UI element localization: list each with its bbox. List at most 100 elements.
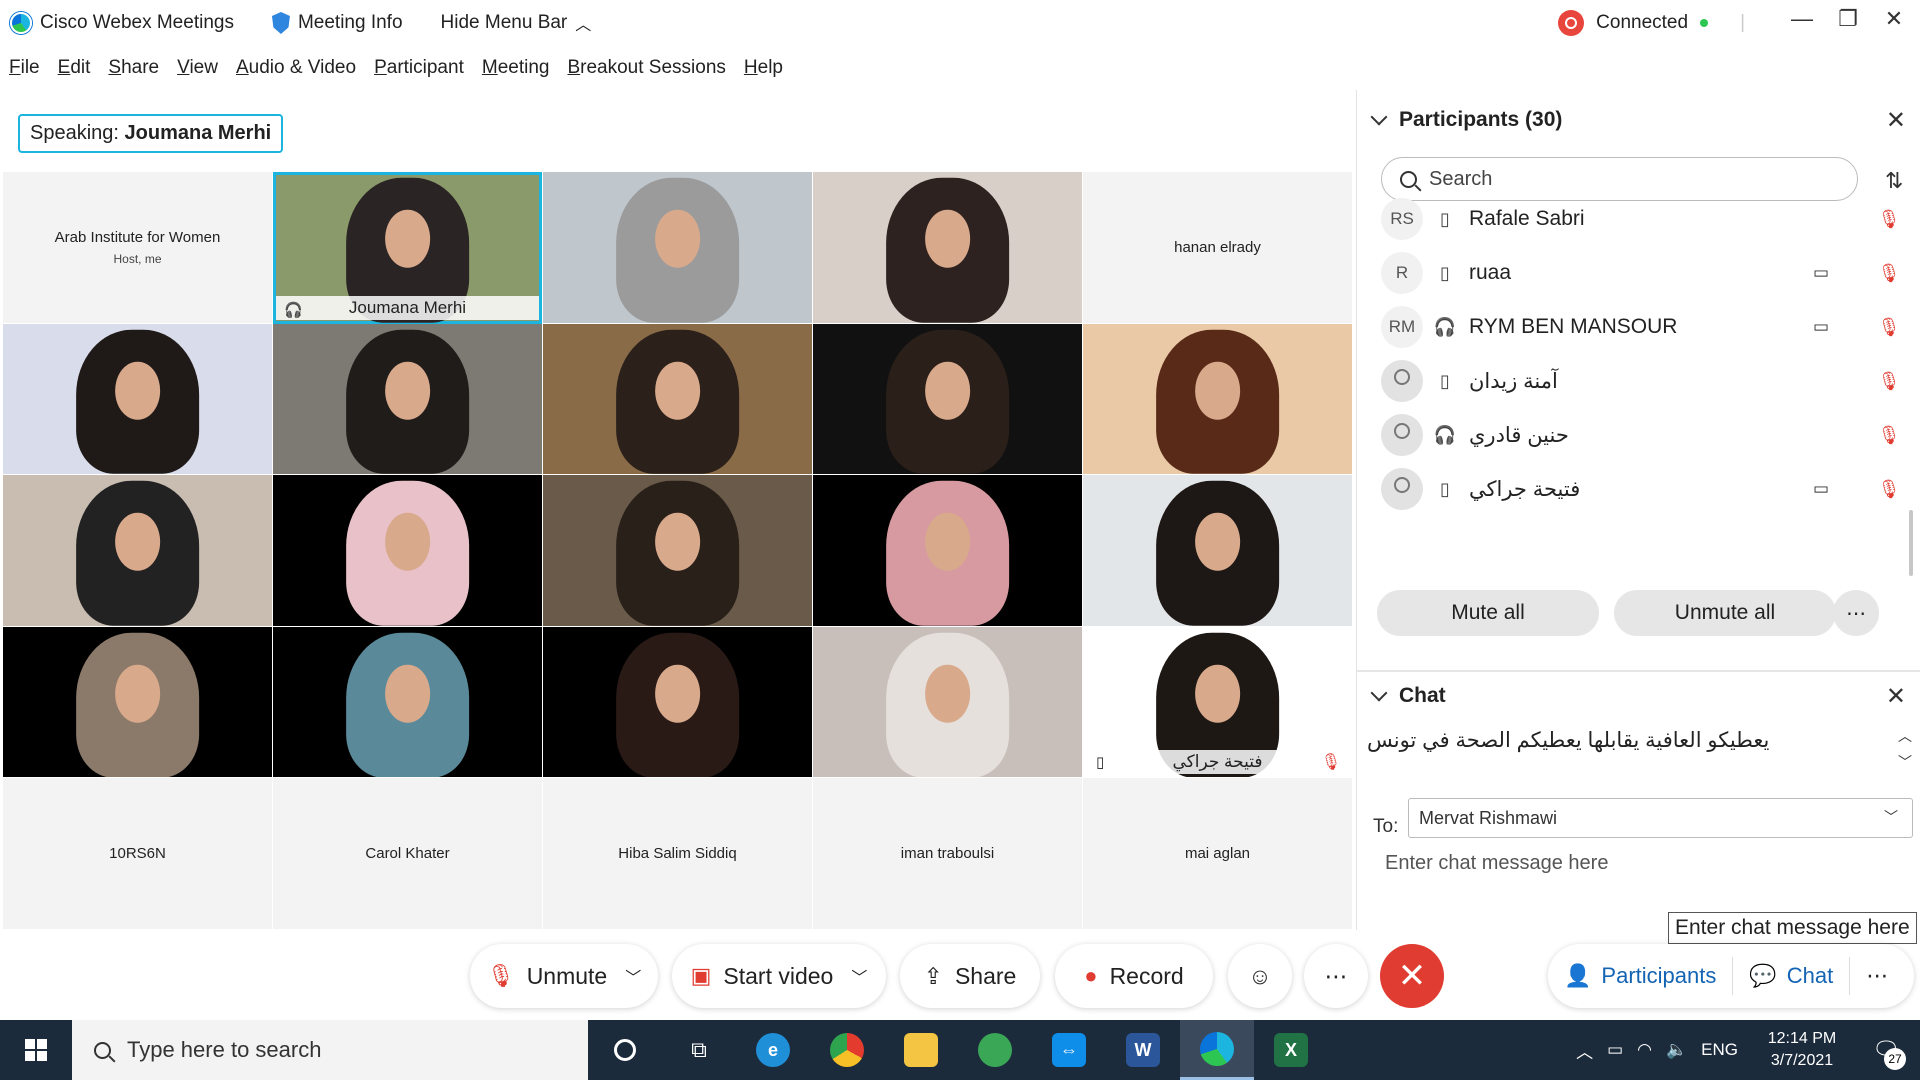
menu-share[interactable]: Share xyxy=(108,57,159,79)
share-button[interactable]: ⇪ Share xyxy=(900,944,1040,1008)
chat-message-input[interactable]: Enter chat message here xyxy=(1385,852,1608,875)
close-window-button[interactable]: ✕ xyxy=(1874,6,1914,32)
cortana-button[interactable] xyxy=(588,1020,662,1080)
menu-edit[interactable]: Edit xyxy=(58,57,91,79)
chrome-app[interactable] xyxy=(810,1020,884,1080)
participant-tile[interactable]: Hiba Salim Siddiq xyxy=(543,778,812,930)
chat-toggle-button[interactable]: 💬 Chat xyxy=(1733,963,1849,989)
participant-list-scrollbar[interactable] xyxy=(1909,510,1913,576)
edge-icon: e xyxy=(756,1033,790,1067)
microphone-muted-icon[interactable]: 🎙 xyxy=(1877,209,1901,230)
participant-tile[interactable]: 10RS6N xyxy=(3,778,272,930)
participant-tile[interactable]: Carol Khater xyxy=(273,778,542,930)
chat-header[interactable]: Chat xyxy=(1370,684,1446,708)
restore-button[interactable]: ❐ xyxy=(1828,6,1868,32)
clock[interactable]: 12:14 PM 3/7/2021 xyxy=(1752,1028,1852,1072)
menu-file[interactable]: File xyxy=(9,57,40,79)
meeting-info-button[interactable]: Meeting Info xyxy=(271,12,403,34)
word-app[interactable]: W xyxy=(1106,1020,1180,1080)
hide-menu-bar-button[interactable]: Hide Menu Bar ︿ xyxy=(441,11,592,35)
video-tile[interactable] xyxy=(543,172,812,324)
volume-icon[interactable]: 🔈 xyxy=(1666,1040,1687,1060)
participant-tile[interactable]: mai aglan xyxy=(1083,778,1352,930)
wifi-icon[interactable]: ◠ xyxy=(1637,1040,1652,1060)
video-tile[interactable] xyxy=(813,626,1082,779)
start-button[interactable] xyxy=(0,1020,72,1080)
participant-tile[interactable]: hanan elrady xyxy=(1083,172,1352,324)
chat-scroll-down-icon[interactable]: ﹀ xyxy=(1898,752,1912,772)
participant-row[interactable]: R ▯ ruaa ▭ 🎙 xyxy=(1381,246,1901,300)
menu-help[interactable]: Help xyxy=(744,57,783,79)
menu-breakout-sessions[interactable]: Breakout Sessions xyxy=(567,57,725,79)
video-tile[interactable] xyxy=(3,323,272,476)
leave-meeting-button[interactable]: ✕ xyxy=(1380,944,1444,1008)
video-tile[interactable]: فتيحة جراكي ▯ 🎙 xyxy=(1083,626,1352,779)
video-tile[interactable] xyxy=(813,172,1082,324)
participant-row[interactable]: 🎧 حنين قادري 🎙 xyxy=(1381,408,1901,462)
mute-all-button[interactable]: Mute all xyxy=(1377,590,1599,636)
participants-header[interactable]: Participants (30) xyxy=(1370,108,1562,132)
participants-toggle-button[interactable]: 👤 Participants xyxy=(1548,963,1732,989)
participant-row[interactable]: ▯ فتيحة جراكي ▭ 🎙 xyxy=(1381,462,1901,516)
video-tile[interactable] xyxy=(1083,475,1352,627)
unmute-all-button[interactable]: Unmute all xyxy=(1614,590,1836,636)
video-tile[interactable]: Joumana Merhi 🎧 xyxy=(273,172,542,324)
video-tile[interactable] xyxy=(543,626,812,779)
connection-status[interactable]: Connected | xyxy=(1558,10,1745,36)
microphone-muted-icon[interactable]: 🎙 xyxy=(1877,263,1901,284)
video-tile[interactable] xyxy=(1083,323,1352,476)
start-video-button[interactable]: ▣ Start video ﹀ xyxy=(672,944,886,1008)
video-tile[interactable] xyxy=(273,323,542,476)
menu-participant[interactable]: Participant xyxy=(374,57,464,79)
taskbar-search-input[interactable]: Type here to search xyxy=(72,1020,588,1080)
chevron-down-icon[interactable]: ﹀ xyxy=(851,964,867,988)
participant-row[interactable]: RS ▯ Rafale Sabri 🎙 xyxy=(1381,192,1901,246)
minimize-button[interactable]: — xyxy=(1782,6,1822,32)
participant-row[interactable]: ▯ آمنة زيدان 🎙 xyxy=(1381,354,1901,408)
task-view-button[interactable]: ⧉ xyxy=(662,1020,736,1080)
microphone-muted-icon[interactable]: 🎙 xyxy=(1877,317,1901,338)
menu-meeting[interactable]: Meeting xyxy=(482,57,550,79)
microphone-muted-icon[interactable]: 🎙 xyxy=(1877,425,1901,446)
video-tile[interactable] xyxy=(813,323,1082,476)
chevron-down-icon[interactable]: ﹀ xyxy=(625,964,641,988)
notifications-button[interactable]: 🗨 27 xyxy=(1866,1030,1906,1070)
teamviewer-app[interactable]: ⇔ xyxy=(1032,1020,1106,1080)
panels-more-button[interactable]: ⋯ xyxy=(1850,963,1904,989)
more-options-button[interactable]: ⋯ xyxy=(1304,944,1368,1008)
side-panel: Participants (30) ✕ Search ⇅ RS ▯ Rafale S… xyxy=(1356,90,1920,930)
menu-view[interactable]: View xyxy=(177,57,218,79)
unmute-button[interactable]: 🎙 Unmute ﹀ xyxy=(470,944,658,1008)
video-tile[interactable] xyxy=(3,475,272,627)
close-chat-button[interactable]: ✕ xyxy=(1886,682,1906,711)
file-explorer-app[interactable] xyxy=(884,1020,958,1080)
microphone-muted-icon[interactable]: 🎙 xyxy=(1877,479,1901,500)
video-tile[interactable] xyxy=(273,475,542,627)
participant-row[interactable]: RM 🎧 RYM BEN MANSOUR ▭ 🎙 xyxy=(1381,300,1901,354)
record-button[interactable]: ● Record xyxy=(1055,944,1213,1008)
close-participants-button[interactable]: ✕ xyxy=(1886,106,1906,135)
webex-app[interactable] xyxy=(1180,1020,1254,1080)
video-tile[interactable] xyxy=(3,626,272,779)
globe-app[interactable] xyxy=(958,1020,1032,1080)
battery-icon[interactable]: ▭ xyxy=(1607,1040,1623,1060)
reactions-button[interactable]: ☺ xyxy=(1228,944,1292,1008)
excel-app[interactable]: X xyxy=(1254,1020,1328,1080)
participants-more-button[interactable]: ⋯ xyxy=(1833,590,1879,636)
video-tile[interactable] xyxy=(273,626,542,779)
chat-recipient-value: Mervat Rishmawi xyxy=(1419,807,1558,828)
language-indicator[interactable]: ENG xyxy=(1701,1040,1738,1060)
chat-recipient-select[interactable]: Mervat Rishmawi ﹀ xyxy=(1408,798,1913,838)
microphone-muted-icon[interactable]: 🎙 xyxy=(1877,371,1901,392)
edge-app[interactable]: e xyxy=(736,1020,810,1080)
video-tile[interactable] xyxy=(543,323,812,476)
participant-tile[interactable]: iman traboulsi xyxy=(813,778,1082,930)
chat-scroll-up-icon[interactable]: ︿ xyxy=(1898,726,1912,746)
participant-tile[interactable]: Arab Institute for Women Host, me xyxy=(3,172,272,324)
menu-audio-video[interactable]: Audio & Video xyxy=(236,57,356,79)
video-tile[interactable] xyxy=(813,475,1082,627)
meeting-info-label: Meeting Info xyxy=(297,12,403,33)
video-tile[interactable] xyxy=(543,475,812,627)
chevron-up-icon[interactable]: ︿ xyxy=(1576,1038,1593,1063)
sort-icon[interactable]: ⇅ xyxy=(1885,168,1903,194)
